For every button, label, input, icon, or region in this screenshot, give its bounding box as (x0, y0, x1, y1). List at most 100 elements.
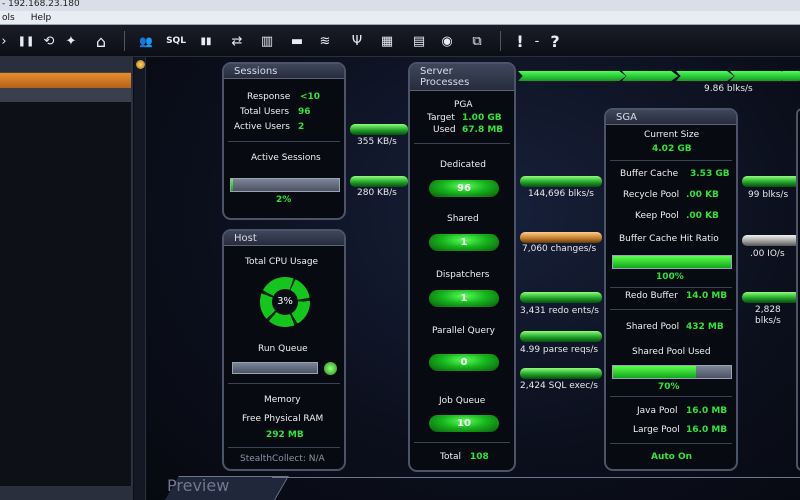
swap-icon[interactable]: ⇄ (228, 30, 246, 52)
flow-redo (520, 292, 602, 303)
flow-changes (520, 232, 602, 243)
users-icon[interactable]: 👥 (136, 30, 156, 52)
menu-help[interactable]: Help (29, 11, 54, 24)
total-value: 108 (470, 452, 489, 462)
flow-chevron (570, 71, 626, 81)
help-icon[interactable]: ? (548, 30, 562, 52)
active-sessions-bar-fill (231, 179, 234, 191)
current-size-value: 4.02 GB (652, 144, 692, 154)
hit-ratio-bar (612, 255, 732, 269)
sessions-panel[interactable]: Sessions Response <10 Total Users 96 Act… (222, 62, 346, 220)
dedicated-label: Dedicated (440, 160, 486, 170)
flow-right-blks2-value: 2,828 (755, 305, 781, 315)
active-users-value: 2 (298, 122, 305, 132)
window-icon[interactable]: ▬ (288, 30, 306, 52)
dispatchers-value: 1 (429, 290, 499, 307)
home-icon[interactable]: ⌂ (92, 30, 110, 52)
flow-blks (520, 176, 602, 187)
dedicated-value: 96 (429, 180, 499, 197)
divider (610, 287, 732, 288)
keep-pool-label: Keep Pool (635, 211, 679, 221)
large-pool-label: Large Pool (633, 425, 680, 435)
shared-pool-label: Shared Pool (626, 322, 680, 332)
db-icon[interactable]: ⧉ (466, 30, 488, 52)
flow-redo-label: 3,431 redo ents/s (520, 306, 599, 316)
chart-icon[interactable]: ▮▮ (196, 30, 216, 52)
left-navigation-panel (0, 57, 133, 500)
active-sessions-label: Active Sessions (251, 153, 321, 163)
buffer-cache-value: 3.53 GB (690, 169, 730, 179)
total-users-label: Total Users (240, 107, 290, 117)
vertical-splitter[interactable] (134, 57, 146, 500)
host-title: Host (224, 231, 344, 246)
connection-row[interactable] (0, 88, 131, 102)
flow-chevron (730, 71, 788, 81)
shared-pool-used-label: Shared Pool Used (632, 347, 711, 357)
next-panel-edge (796, 108, 800, 471)
recycle-pool-value: .00 KB (686, 190, 719, 200)
response-value: <10 (300, 92, 321, 102)
shared-pool-used-bar-fill (613, 366, 696, 378)
host-panel[interactable]: Host Total CPU Usage 3% Run Queue Memory… (222, 229, 346, 471)
server-title-line1: Server (420, 66, 453, 77)
menu-tools[interactable]: ols (0, 11, 17, 24)
sga-panel[interactable]: SGA Current Size 4.02 GB Buffer Cache 3.… (604, 108, 738, 471)
wand-icon[interactable]: ✦ (62, 30, 80, 52)
flow-right-blks (742, 176, 800, 187)
divider (228, 447, 340, 448)
pga-label: PGA (454, 100, 473, 110)
calendar-icon[interactable]: ▤ (408, 30, 430, 52)
cpu-gauge: 3% (260, 277, 310, 327)
flow-sessions-top (350, 124, 408, 135)
large-pool-value: 16.0 MB (686, 425, 728, 435)
java-pool-label: Java Pool (637, 406, 678, 416)
dispatchers-label: Dispatchers (436, 270, 490, 280)
current-size-label: Current Size (644, 130, 700, 140)
sql-icon[interactable]: SQL (164, 30, 188, 52)
toolbar-separator (500, 31, 501, 51)
server-processes-title: Server Processes (410, 64, 514, 91)
flow-parse-label: 4.99 parse reqs/s (520, 345, 599, 355)
preview-bar: Preview (147, 474, 800, 500)
recycle-pool-label: Recycle Pool (623, 190, 680, 200)
fork-icon[interactable]: Ψ (348, 30, 366, 52)
active-sessions-value: 2% (276, 195, 292, 205)
arrow-icon[interactable]: › (0, 30, 8, 52)
disk-icon[interactable]: ▦ (378, 30, 396, 52)
preview-label: Preview (167, 476, 230, 495)
refresh-icon[interactable]: ⟲ (40, 30, 58, 52)
globe-icon[interactable]: ◉ (438, 30, 456, 52)
divider (414, 442, 510, 443)
selected-connection-row[interactable] (0, 73, 131, 88)
active-sessions-bar (230, 178, 340, 192)
divider (228, 141, 340, 142)
left-panel-header (0, 57, 131, 73)
hit-ratio-label: Buffer Cache Hit Ratio (619, 234, 719, 244)
server-title-line2: Processes (420, 77, 470, 88)
run-queue-label: Run Queue (258, 344, 308, 354)
stack-icon[interactable]: ≋ (316, 30, 334, 52)
free-ram-value: 292 MB (266, 430, 304, 440)
status-light-icon (136, 60, 145, 69)
run-queue-bar (232, 362, 318, 374)
redo-buffer-value: 14.0 MB (686, 291, 728, 301)
parallel-query-label: Parallel Query (432, 326, 496, 336)
dropdown-dash[interactable]: - (532, 30, 542, 52)
cpu-usage-label: Total CPU Usage (245, 257, 319, 267)
flow-chevron (782, 71, 800, 81)
shared-pool-used-value: 70% (658, 382, 680, 392)
alert-icon[interactable]: ! (514, 30, 526, 52)
window-title: - 192.168.23.180 (0, 0, 800, 11)
server-processes-panel[interactable]: Server Processes PGA Target 1.00 GB Used … (408, 62, 516, 472)
flow-sessions-bottom (350, 176, 408, 187)
divider (610, 160, 732, 161)
stealth-collect-status: StealthCollect: N/A (240, 454, 325, 464)
cpu-usage-value: 3% (272, 289, 298, 315)
flow-right-blks2-unit: blks/s (755, 316, 781, 326)
flow-right-blks-label: 99 blks/s (748, 190, 789, 200)
flow-sql (520, 368, 602, 379)
pause-icon[interactable]: ❚❚ (18, 30, 35, 52)
chip-icon[interactable]: ▥ (258, 30, 276, 52)
preview-divider (272, 477, 800, 478)
flow-right-io-label: .00 IO/s (750, 249, 785, 259)
